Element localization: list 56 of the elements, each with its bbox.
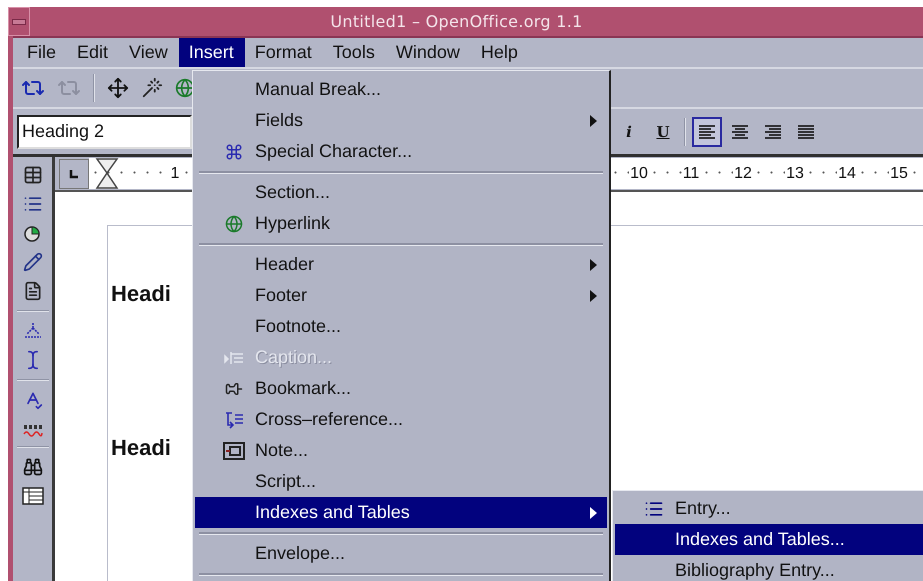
menu-item[interactable]: Section...	[195, 177, 607, 208]
table-icon[interactable]	[22, 165, 42, 185]
align-center-icon	[731, 124, 749, 138]
menu-bar-item[interactable]: File	[17, 38, 68, 67]
menu-bar-item[interactable]: Help	[470, 38, 529, 67]
tab-stop-button[interactable]	[59, 158, 89, 188]
indent-marker-icon[interactable]	[95, 158, 119, 189]
window-menu-button[interactable]	[8, 7, 30, 36]
underline-button[interactable]: U	[650, 116, 676, 146]
submenu-arrow-icon	[590, 290, 597, 302]
menu-item[interactable]: Bookmark...	[195, 373, 607, 404]
data-table-icon[interactable]	[22, 486, 44, 506]
menu-bar-item[interactable]: Insert	[178, 38, 245, 67]
binoculars-icon[interactable]	[22, 457, 42, 477]
text-tree-icon[interactable]	[22, 321, 42, 341]
menu-bar-item[interactable]: Tools	[322, 38, 386, 67]
menu-item[interactable]: Header	[195, 249, 607, 280]
menu-item[interactable]: Indexes and Tables	[195, 497, 607, 528]
heading-text: Headi	[111, 435, 171, 461]
window-title: Untitled1 – OpenOffice.org 1.1	[329, 12, 584, 31]
menu-item[interactable]: Manual Break...	[195, 74, 607, 105]
document-globe-icon	[223, 213, 245, 235]
align-left-icon	[698, 124, 716, 138]
menu-item[interactable]: Special Character...	[195, 136, 607, 167]
document-globe-icon[interactable]	[175, 78, 195, 98]
menu-item[interactable]: Fields	[195, 105, 607, 136]
menu-bar-item[interactable]: Format	[244, 38, 323, 67]
menu-item[interactable]: Entry...	[615, 493, 923, 524]
tab-corner-icon	[69, 168, 79, 178]
note-icon	[223, 440, 245, 462]
menu-item[interactable]: Footnote...	[195, 311, 607, 342]
menu-item[interactable]: Envelope...	[195, 538, 607, 569]
menu-item[interactable]: Indexes and Tables...	[615, 524, 923, 555]
menu-item[interactable]: Hyperlink	[195, 208, 607, 239]
submenu-arrow-icon	[590, 259, 597, 271]
menu-bar-item[interactable]: Edit	[67, 38, 120, 67]
menu-item[interactable]: Script...	[195, 466, 607, 497]
submenu-arrow-icon	[590, 115, 597, 127]
menu-item[interactable]: Cross–reference...	[195, 404, 607, 435]
move-icon[interactable]	[107, 77, 129, 99]
italic-button[interactable]: i	[616, 116, 642, 146]
align-right-icon	[764, 124, 782, 138]
menu-item[interactable]: Bibliography Entry...	[615, 555, 923, 581]
menu-bar-item[interactable]: View	[119, 38, 179, 67]
heading-text: Headi	[111, 281, 171, 307]
submenu-arrow-icon	[590, 507, 597, 519]
cross-reference-icon	[223, 409, 245, 431]
pencil-icon[interactable]	[22, 252, 42, 272]
document-icon[interactable]	[22, 281, 42, 301]
wand-icon[interactable]	[141, 77, 163, 99]
menu-item[interactable]: Footer	[195, 280, 607, 311]
align-button[interactable]	[692, 116, 722, 146]
menu-item[interactable]: Note...	[195, 435, 607, 466]
paragraph-style-field[interactable]: Heading 2	[17, 114, 192, 148]
menu-bar-item[interactable]: Window	[386, 38, 471, 67]
justify-icon	[797, 124, 815, 138]
